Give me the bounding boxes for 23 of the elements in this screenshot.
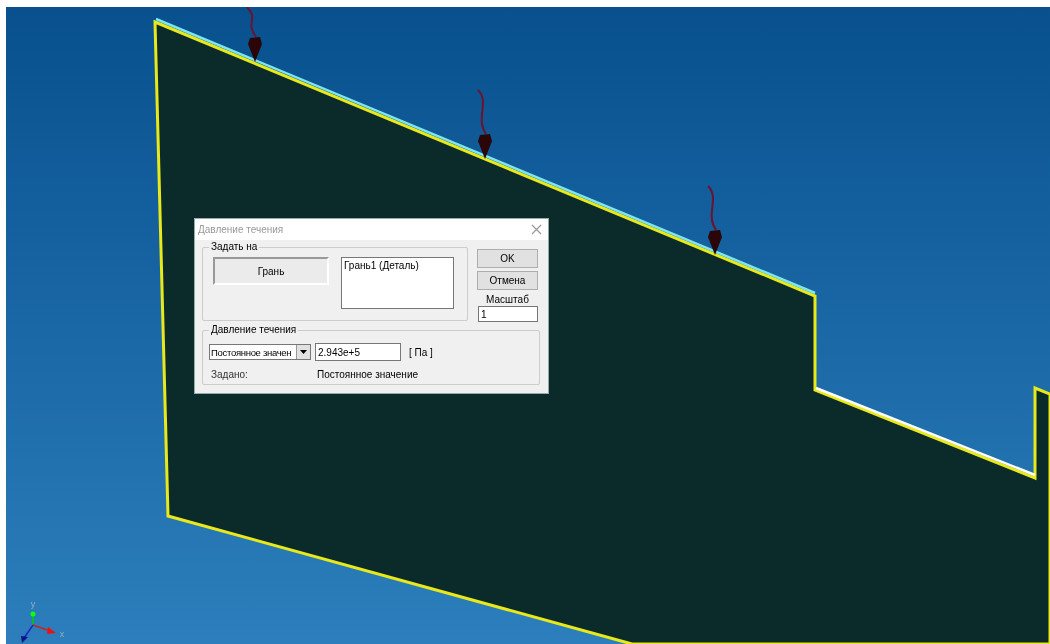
- scale-input[interactable]: 1: [478, 306, 538, 322]
- list-item[interactable]: Грань1 (Деталь): [344, 260, 451, 271]
- ok-button[interactable]: OK: [477, 249, 538, 268]
- mode-dropdown[interactable]: Постоянное значен: [209, 344, 311, 360]
- group-label: Давление течения: [209, 324, 299, 336]
- pressure-marker: [707, 185, 722, 255]
- scale-label: Масштаб: [486, 294, 529, 305]
- group-label: Задать на: [209, 241, 260, 253]
- pressure-marker: [477, 89, 492, 159]
- face-list[interactable]: Грань1 (Деталь): [341, 257, 454, 309]
- dialog-title: Давление течения: [198, 224, 284, 235]
- cancel-button[interactable]: Отмена: [477, 271, 538, 290]
- axis-label: x: [59, 629, 65, 639]
- caret-icon: [300, 350, 307, 354]
- close-icon[interactable]: [531, 224, 542, 235]
- axis-label: y: [30, 599, 36, 609]
- status-label: Задано:: [211, 369, 249, 380]
- pressure-marker: [246, 7, 262, 62]
- pressure-input[interactable]: 2.943e+5: [315, 343, 401, 361]
- unit-label: [ Па ]: [409, 346, 433, 358]
- face-toggle-button[interactable]: Грань: [213, 257, 329, 285]
- status-value: Постоянное значение: [317, 369, 419, 380]
- axis-triad-drawing: [21, 611, 56, 643]
